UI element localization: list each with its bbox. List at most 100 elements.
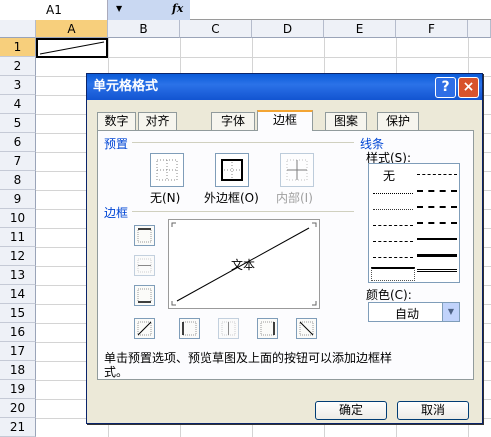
preview-text: 文本 — [231, 258, 256, 272]
row-header[interactable]: 7 — [0, 152, 36, 171]
line-style-option[interactable] — [417, 269, 457, 272]
help-button[interactable]: ? — [435, 77, 456, 98]
border-left-icon — [182, 321, 197, 336]
name-box-dropdown[interactable]: ▼ fx — [108, 0, 190, 20]
color-label: 颜色(C): — [366, 288, 412, 302]
row-header[interactable]: 10 — [0, 209, 36, 228]
column-header-g[interactable] — [468, 20, 491, 38]
border-bottom-button[interactable] — [134, 285, 155, 306]
tab-protection[interactable]: 保护 — [377, 112, 419, 130]
row-header[interactable]: 19 — [0, 380, 36, 399]
line-style-option[interactable] — [417, 254, 457, 257]
column-header-b[interactable]: B — [108, 20, 180, 38]
diagonal-border — [39, 41, 105, 55]
help-note: 单击预置选项、预览草图及上面的按钮可以添加边框样式。 — [104, 351, 393, 379]
border-inside-vertical-icon — [221, 321, 236, 336]
border-right-icon — [260, 321, 275, 336]
color-value: 自动 — [395, 307, 420, 321]
border-inside-horizontal-button[interactable] — [134, 255, 155, 276]
name-box[interactable]: A1 — [0, 0, 108, 20]
border-right-button[interactable] — [257, 318, 278, 339]
chevron-down-icon[interactable]: ▼ — [442, 303, 459, 321]
color-select[interactable]: 自动 ▼ — [368, 302, 460, 322]
row-header[interactable]: 14 — [0, 285, 36, 304]
row-header[interactable]: 18 — [0, 361, 36, 380]
column-header-a[interactable]: A — [36, 20, 108, 38]
row-header[interactable]: 1 — [0, 38, 36, 57]
row-header[interactable]: 17 — [0, 342, 36, 361]
border-outline-icon — [221, 159, 243, 181]
line-style-option[interactable] — [417, 174, 457, 175]
chevron-down-icon[interactable]: ▼ — [116, 4, 122, 13]
border-section-title: 边框 — [104, 206, 129, 220]
border-left-button[interactable] — [179, 318, 200, 339]
border-diagonal-up-button[interactable] — [134, 318, 155, 339]
row-header[interactable]: 8 — [0, 171, 36, 190]
border-top-icon — [137, 228, 152, 243]
row-header[interactable]: 20 — [0, 399, 36, 418]
line-style-option[interactable] — [373, 193, 413, 194]
border-preview[interactable]: 文本 — [168, 219, 320, 309]
section-divider — [132, 142, 354, 143]
line-style-option[interactable] — [373, 241, 413, 242]
row-header[interactable]: 9 — [0, 190, 36, 209]
border-inside-icon — [286, 159, 308, 181]
cell-a1[interactable] — [36, 38, 108, 58]
column-header-f[interactable]: F — [396, 20, 468, 38]
row-header[interactable]: 3 — [0, 76, 36, 95]
line-style-list[interactable]: 无 — [368, 163, 460, 283]
row-header[interactable]: 15 — [0, 304, 36, 323]
border-none-icon — [156, 159, 178, 181]
format-cells-dialog: 单元格格式 ? × 数字 对齐 字体 边框 图案 保护 预置 无(N) 外边框(… — [86, 73, 483, 424]
border-tab-panel: 预置 无(N) 外边框(O) 内部(I) 边框 文本 线条 样式(S): 无 颜… — [97, 130, 474, 380]
cancel-button[interactable]: 取消 — [397, 401, 469, 420]
line-style-option[interactable] — [417, 222, 457, 224]
line-style-option[interactable] — [417, 206, 457, 208]
line-style-option-selected[interactable] — [371, 267, 415, 281]
formula-bar: A1 ▼ fx — [0, 0, 491, 20]
row-header[interactable]: 11 — [0, 228, 36, 247]
preset-none-label: 无(N) — [150, 191, 181, 205]
row-header[interactable]: 4 — [0, 95, 36, 114]
row-header[interactable]: 21 — [0, 418, 36, 437]
tab-font[interactable]: 字体 — [211, 112, 255, 130]
tab-border[interactable]: 边框 — [257, 110, 313, 131]
border-inside-vertical-button[interactable] — [218, 318, 239, 339]
line-style-option[interactable] — [373, 257, 413, 258]
preset-section-title: 预置 — [104, 137, 129, 151]
row-header[interactable]: 2 — [0, 57, 36, 76]
border-diagonal-up-icon — [137, 321, 152, 336]
select-all-corner[interactable] — [0, 20, 36, 38]
column-header-c[interactable]: C — [180, 20, 252, 38]
preset-outline-label: 外边框(O) — [204, 191, 259, 205]
style-none-option[interactable]: 无 — [383, 167, 395, 184]
tab-number[interactable]: 数字 — [97, 112, 136, 130]
row-header[interactable]: 6 — [0, 133, 36, 152]
column-header-e[interactable]: E — [324, 20, 396, 38]
fx-icon[interactable]: fx — [172, 2, 183, 15]
row-header[interactable]: 12 — [0, 247, 36, 266]
border-bottom-icon — [137, 288, 152, 303]
row-header[interactable]: 16 — [0, 323, 36, 342]
preset-none-button[interactable] — [150, 153, 184, 187]
border-inside-horizontal-icon — [137, 258, 152, 273]
name-box-value: A1 — [46, 3, 62, 17]
ok-button[interactable]: 确定 — [315, 401, 387, 420]
border-top-button[interactable] — [134, 225, 155, 246]
border-diagonal-down-button[interactable] — [296, 318, 317, 339]
preset-inside-button[interactable] — [280, 153, 314, 187]
tab-patterns[interactable]: 图案 — [325, 112, 367, 130]
line-style-option[interactable] — [373, 225, 413, 226]
section-divider — [132, 211, 354, 212]
preset-inside-label: 内部(I) — [276, 191, 313, 205]
border-diagonal-down-icon — [299, 321, 314, 336]
line-style-option[interactable] — [417, 190, 457, 192]
tab-alignment[interactable]: 对齐 — [138, 112, 177, 130]
column-header-d[interactable]: D — [252, 20, 324, 38]
row-header[interactable]: 5 — [0, 114, 36, 133]
close-button[interactable]: × — [458, 77, 479, 98]
line-style-option[interactable] — [373, 209, 413, 210]
row-header[interactable]: 13 — [0, 266, 36, 285]
preset-outline-button[interactable] — [215, 153, 249, 187]
line-style-option[interactable] — [417, 238, 457, 240]
